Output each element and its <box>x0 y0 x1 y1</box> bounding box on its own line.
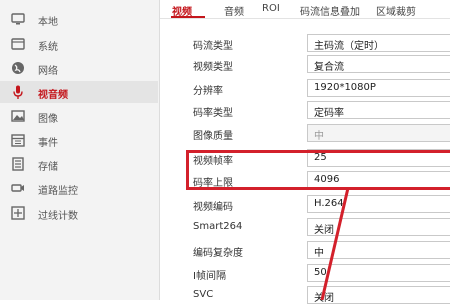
sidebar-item-network[interactable]: 网络 <box>0 57 158 79</box>
sidebar-item-line-counting[interactable]: 过线计数 <box>0 202 158 224</box>
tab-bar: 视频 音频 ROI 码流信息叠加 区域裁剪 <box>160 0 450 19</box>
sidebar-item-system[interactable]: 系统 <box>0 33 158 55</box>
stream-type-select[interactable]: 主码流（定时） <box>307 34 450 52</box>
video-type-select[interactable]: 复合流 <box>307 55 450 73</box>
sidebar-item-image[interactable]: 图像 <box>0 105 158 127</box>
microphone-icon <box>10 84 26 100</box>
active-tab-indicator <box>171 16 205 18</box>
setting-row-svc: SVC 关闭 <box>160 285 450 305</box>
setting-row-video-encoding: 视频编码 H.264 <box>160 194 450 214</box>
monitor-icon <box>10 11 26 27</box>
setting-row-resolution: 分辨率 1920*1080P <box>160 78 450 98</box>
setting-row-encoding-complexity: 编码复杂度 中 <box>160 240 450 260</box>
setting-row-i-frame-interval: I帧间隔 50 <box>160 263 450 283</box>
setting-label: 分辨率 <box>193 86 223 97</box>
setting-label: 编码复杂度 <box>193 248 243 259</box>
globe-icon <box>10 60 26 76</box>
highlight-annotation-box <box>186 150 450 190</box>
sidebar-item-label: 网络 <box>38 66 58 77</box>
sidebar-item-label: 事件 <box>38 138 58 149</box>
setting-row-video-type: 视频类型 复合流 <box>160 54 450 74</box>
svc-select[interactable]: 关闭 <box>307 286 450 304</box>
smart264-select[interactable]: 关闭 <box>307 218 450 236</box>
sidebar-item-event[interactable]: 事件 <box>0 129 158 151</box>
setting-row-image-quality: 图像质量 中 <box>160 123 450 143</box>
setting-label: SVC <box>193 289 214 300</box>
setting-label: I帧间隔 <box>193 271 226 282</box>
sidebar-item-label: 道路监控 <box>38 186 78 197</box>
setting-label: 码率类型 <box>193 108 233 119</box>
road-camera-icon <box>10 180 26 196</box>
sidebar-item-local[interactable]: 本地 <box>0 8 158 30</box>
setting-row-bitrate-type: 码率类型 定码率 <box>160 100 450 120</box>
system-icon <box>10 36 26 52</box>
storage-icon <box>10 156 26 172</box>
setting-label: 码流类型 <box>193 41 233 52</box>
sidebar-item-label: 图像 <box>38 114 58 125</box>
setting-label: 视频编码 <box>193 202 233 213</box>
encoding-complexity-select[interactable]: 中 <box>307 241 450 259</box>
sidebar: 本地 系统 网络 视音频 图像 事件 存储 道路监控 过线计数 <box>0 0 160 300</box>
image-icon <box>10 108 26 124</box>
tab-audio[interactable]: 音频 <box>224 3 244 18</box>
sidebar-item-label: 系统 <box>38 42 58 53</box>
sidebar-item-storage[interactable]: 存储 <box>0 153 158 175</box>
setting-label: Smart264 <box>193 221 243 232</box>
sidebar-item-video-audio[interactable]: 视音频 <box>0 81 158 103</box>
setting-label: 图像质量 <box>193 131 233 142</box>
tab-roi[interactable]: ROI <box>262 3 280 14</box>
image-quality-select: 中 <box>307 124 450 142</box>
sidebar-item-road-monitoring[interactable]: 道路监控 <box>0 177 158 199</box>
i-frame-interval-input[interactable]: 50 <box>307 264 450 282</box>
sidebar-item-label: 过线计数 <box>38 211 78 222</box>
setting-row-smart264: Smart264 关闭 <box>160 217 450 237</box>
calendar-icon <box>10 132 26 148</box>
tab-stream-info-overlay[interactable]: 码流信息叠加 <box>300 3 360 18</box>
setting-label: 视频类型 <box>193 62 233 73</box>
resolution-select[interactable]: 1920*1080P <box>307 79 450 97</box>
bitrate-type-select[interactable]: 定码率 <box>307 101 450 119</box>
counter-icon <box>10 205 26 221</box>
tab-region-crop[interactable]: 区域裁剪 <box>376 3 416 18</box>
video-encoding-select[interactable]: H.264 <box>307 195 450 213</box>
setting-row-stream-type: 码流类型 主码流（定时） <box>160 33 450 53</box>
sidebar-item-label: 存储 <box>38 162 58 173</box>
sidebar-item-label: 本地 <box>38 17 58 28</box>
sidebar-item-label: 视音频 <box>38 90 68 101</box>
